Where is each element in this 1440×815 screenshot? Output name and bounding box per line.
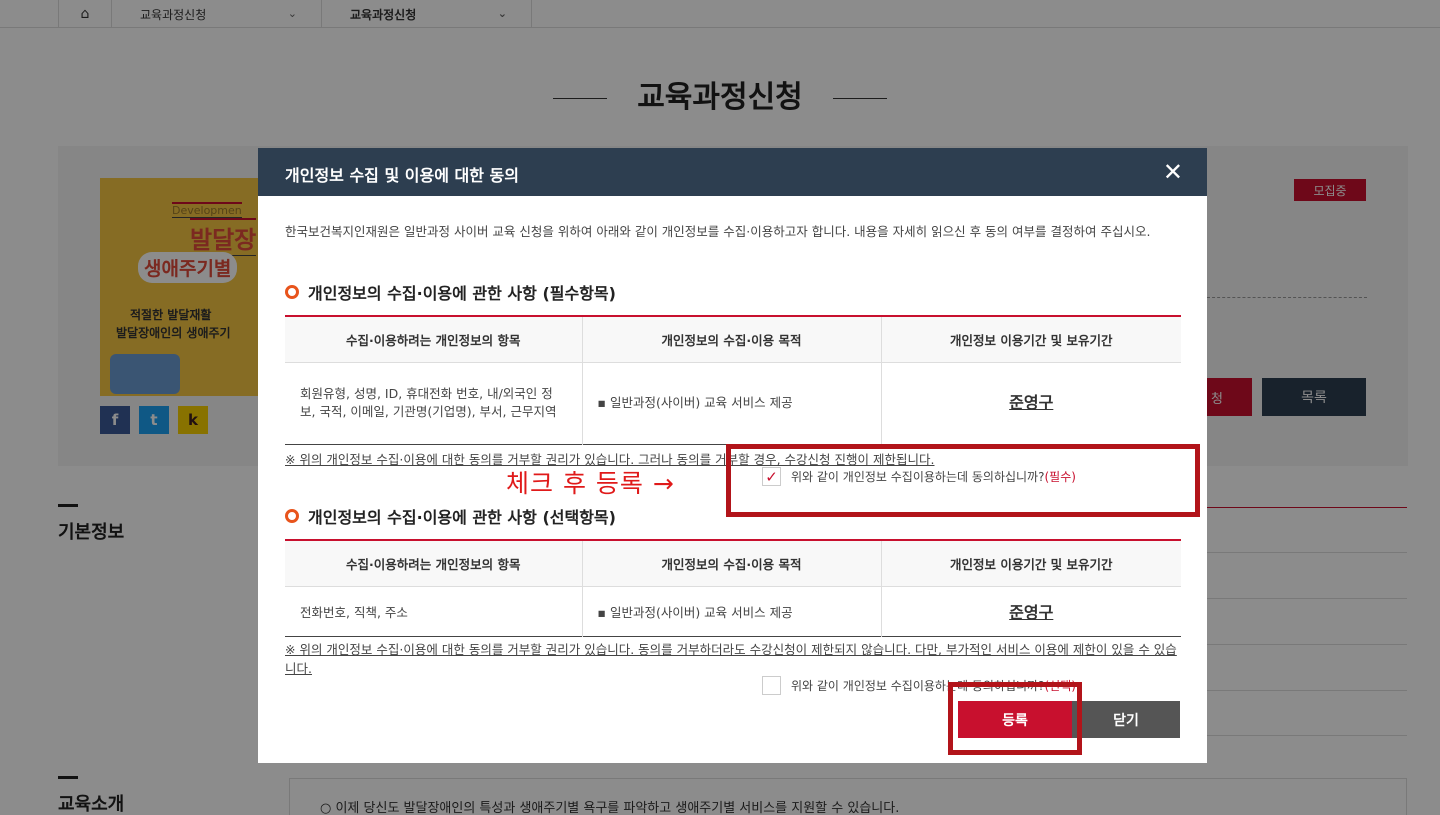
table-cell-purpose: ▪ 일반과정(사이버) 교육 서비스 제공 <box>582 586 882 636</box>
close-icon[interactable]: ✕ <box>1163 158 1183 186</box>
modal-header: 개인정보 수집 및 이용에 대한 동의 ✕ <box>258 148 1207 196</box>
modal-intro-text: 한국보건복지인재원은 일반과정 사이버 교육 신청을 위하여 아래와 같이 개인… <box>285 224 1151 239</box>
optional-notice: ※ 위의 개인정보 수집·이용에 대한 동의를 거부할 권리가 있습니다. 동의… <box>285 642 1177 676</box>
optional-section-heading: 개인정보의 수집·이용에 관한 사항 (선택항목) <box>285 504 616 528</box>
optional-info-table: 수집·이용하려는 개인정보의 항목 개인정보의 수집·이용 목적 개인정보 이용… <box>285 539 1181 637</box>
optional-section-heading-text: 개인정보의 수집·이용에 관한 사항 (선택항목) <box>308 508 616 527</box>
close-button[interactable]: 닫기 <box>1072 701 1180 738</box>
checkbox-unchecked-icon[interactable] <box>762 676 781 695</box>
table-cell-items: 전화번호, 직책, 주소 <box>285 586 583 636</box>
table-row: 전화번호, 직책, 주소 ▪ 일반과정(사이버) 교육 서비스 제공 준영구 <box>285 586 1181 636</box>
table-cell-period: 준영구 <box>1009 393 1054 412</box>
table-header: 개인정보의 수집·이용 목적 <box>582 316 882 363</box>
table-header-row: 수집·이용하려는 개인정보의 항목 개인정보의 수집·이용 목적 개인정보 이용… <box>285 540 1181 587</box>
table-header: 개인정보 이용기간 및 보유기간 <box>881 540 1181 587</box>
table-cell-purpose: ▪ 일반과정(사이버) 교육 서비스 제공 <box>582 362 882 444</box>
table-cell-period: 준영구 <box>1009 603 1054 622</box>
annotation-text: 체크 후 등록 → <box>506 469 675 498</box>
annotation-highlight-checkbox <box>726 444 1200 517</box>
circle-bullet-icon <box>285 285 299 299</box>
table-header: 수집·이용하려는 개인정보의 항목 <box>285 540 583 587</box>
table-header: 개인정보의 수집·이용 목적 <box>582 540 882 587</box>
table-header: 개인정보 이용기간 및 보유기간 <box>881 316 1181 363</box>
table-cell-items: 회원유형, 성명, ID, 휴대전화 번호, 내/외국인 정보, 국적, 이메일… <box>285 362 583 444</box>
required-section-heading-text: 개인정보의 수집·이용에 관한 사항 (필수항목) <box>308 284 616 303</box>
annotation-highlight-register <box>948 682 1082 755</box>
table-header-row: 수집·이용하려는 개인정보의 항목 개인정보의 수집·이용 목적 개인정보 이용… <box>285 316 1181 363</box>
modal-title: 개인정보 수집 및 이용에 대한 동의 <box>285 166 519 185</box>
required-section-heading: 개인정보의 수집·이용에 관한 사항 (필수항목) <box>285 280 616 304</box>
circle-bullet-icon <box>285 509 299 523</box>
table-header: 수집·이용하려는 개인정보의 항목 <box>285 316 583 363</box>
required-info-table: 수집·이용하려는 개인정보의 항목 개인정보의 수집·이용 목적 개인정보 이용… <box>285 315 1181 445</box>
table-row: 회원유형, 성명, ID, 휴대전화 번호, 내/외국인 정보, 국적, 이메일… <box>285 362 1181 444</box>
